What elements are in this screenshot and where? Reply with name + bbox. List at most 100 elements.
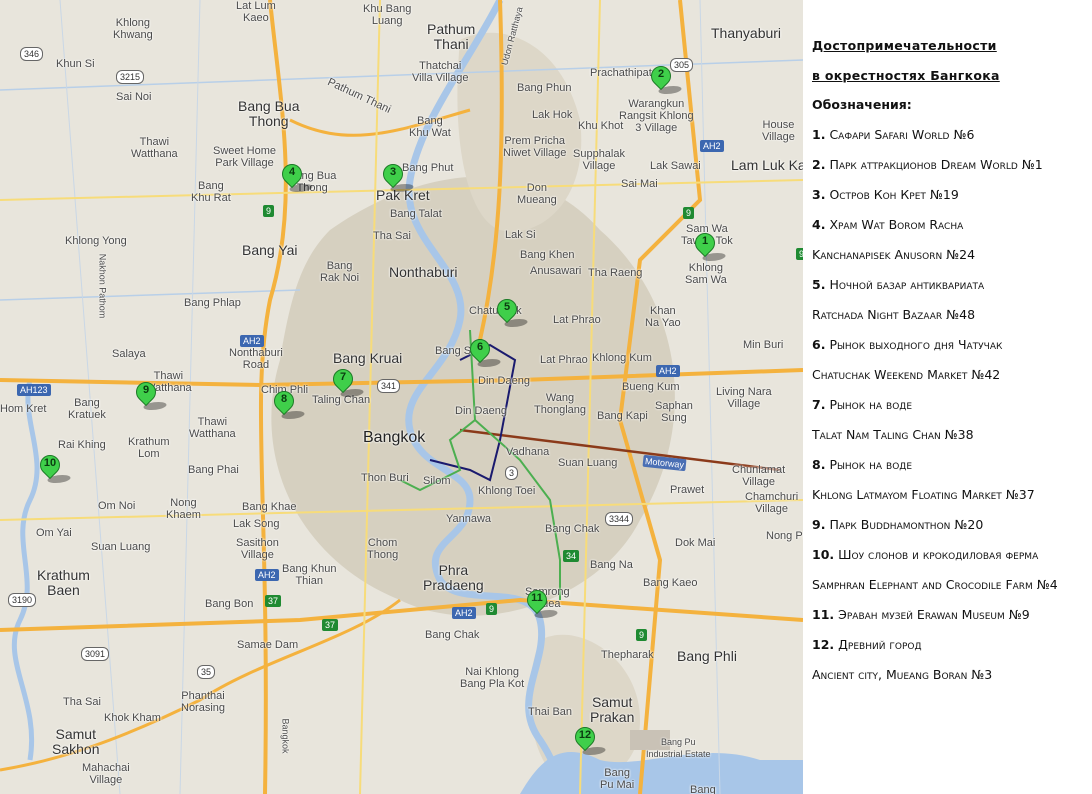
map-label: Vadhana	[506, 446, 550, 458]
map-view[interactable]: Lat Lum Kaeo Khu Bang Luang Pathum Thani…	[0, 0, 803, 794]
map-label: Phanthai Norasing	[181, 690, 226, 714]
road-shield: AH123	[17, 384, 51, 396]
legend-item-text: Шоу слонов и крокодиловая ферма	[838, 547, 1039, 562]
legend-item-text: Kanchanapisek Anusorn №24	[812, 247, 976, 262]
map-label: Sai Noi	[116, 91, 152, 103]
map-label: Bangkok	[363, 429, 426, 446]
legend-item: Kanchanapisek Anusorn №24	[812, 247, 975, 262]
map-label: Krathum Lom	[128, 436, 170, 460]
map-label: Nong Pr	[766, 530, 803, 542]
legend-item-text: Древний город	[838, 637, 922, 652]
map-label: Lam Luk Ka	[731, 157, 803, 173]
marker-number: 6	[476, 341, 484, 353]
legend-item-number: 12.	[812, 637, 835, 652]
legend-item-number: 1.	[812, 127, 826, 142]
legend-item: Samphran Elephant and Crocodile Farm №4	[812, 577, 1058, 592]
legend-item-number: 9.	[812, 517, 826, 532]
map-label: Thon Buri	[361, 472, 409, 484]
map-label: Bang Kruai	[333, 350, 403, 366]
marker-number: 1	[701, 235, 709, 247]
legend-item: 10. Шоу слонов и крокодиловая ферма	[812, 547, 1038, 562]
marker-1[interactable]: 1	[690, 228, 729, 267]
legend-heading: Обозначения:	[812, 97, 912, 112]
marker-3[interactable]: 3	[378, 159, 417, 198]
map-label: Sweet Home Park Village	[213, 145, 276, 169]
marker-5[interactable]: 5	[492, 294, 531, 333]
legend-item-number: 10.	[812, 547, 835, 562]
map-label: Khu Bang Luang	[363, 3, 412, 27]
map-label: Bang Poo	[690, 784, 716, 794]
map-label: Mahachai Village	[82, 762, 130, 786]
map-label: Bang Phai	[188, 464, 239, 476]
marker-9[interactable]: 9	[131, 377, 170, 416]
map-label: Lak Hok	[532, 109, 573, 121]
map-label: Suan Luang	[558, 457, 618, 469]
marker-6[interactable]: 6	[465, 334, 504, 373]
tha-chin-river	[11, 379, 40, 761]
map-label: Nakhon Pathom	[97, 253, 108, 319]
map-label: Supphalak Village	[573, 148, 625, 172]
marker-number: 10	[43, 457, 57, 469]
map-label: Nonthaburi Road	[229, 347, 283, 371]
marker-11[interactable]: 11	[522, 585, 561, 624]
legend-item-text: Ночной базар антиквариата	[829, 277, 985, 292]
map-label: Bang Kapi	[597, 410, 648, 422]
map-label: Thanyaburi	[711, 25, 782, 41]
marker-8[interactable]: 8	[269, 386, 308, 425]
map-label: Bang Pu Mai	[600, 767, 635, 791]
map-label: Khlong Kum	[592, 352, 652, 364]
map-label: Thatchai Villa Village	[412, 60, 469, 84]
legend-item-text: Парк аттракционов Dream World №1	[829, 157, 1043, 172]
marker-4[interactable]: 4	[277, 159, 316, 198]
marker-2[interactable]: 2	[646, 61, 685, 100]
legend-subtitle: в окрестностях Бангкока	[812, 68, 1000, 83]
map-label: Bang Khu Wat	[409, 115, 451, 139]
map-label: Bang Khu Rat	[191, 180, 231, 204]
map-label: Bang Phli	[677, 648, 737, 664]
map-label: Bang Phut	[402, 162, 454, 174]
marker-number: 3	[389, 166, 397, 178]
map-label: Sasithon Village	[236, 537, 279, 561]
legend-title: Достопримечательности	[812, 38, 997, 53]
legend-item: Ancient city, Mueang Boran №3	[812, 667, 992, 682]
legend-item-number: 4.	[812, 217, 826, 232]
map-label: Lak Sawai	[650, 160, 701, 172]
map-label: Bang Phun	[517, 82, 572, 94]
map-label: Dok Mai	[675, 537, 716, 549]
map-label: Phra Pradaeng	[423, 562, 484, 593]
map-label: Lak Si	[505, 229, 536, 241]
road-shield: 9	[486, 603, 498, 615]
map-label: Bang Bon	[205, 598, 254, 610]
map-label: Om Yai	[36, 527, 72, 539]
road-shield: 3190	[8, 593, 37, 607]
legend-item: 1. Сафари Safari World №6	[812, 127, 974, 142]
legend-item: 12. Древний город	[812, 637, 922, 652]
legend-item-text: Парк Buddhamonthon №20	[829, 517, 984, 532]
canal	[0, 289, 301, 301]
map-label: Thepharak	[601, 649, 654, 661]
legend-item-number: 11.	[812, 607, 835, 622]
legend-item-number: 3.	[812, 187, 826, 202]
map-label: Anusawari	[530, 265, 582, 277]
road-shield: AH2	[700, 140, 724, 152]
marker-12[interactable]: 12	[570, 722, 609, 761]
map-label: Bang Bua Thong	[238, 98, 300, 129]
legend-item-text: Храм Wat Borom Racha	[829, 217, 964, 232]
map-label: Lat Lum Kaeo	[236, 0, 276, 24]
legend-item: Chatuchak Weekend Market №42	[812, 367, 1000, 382]
legend-item-number: 6.	[812, 337, 826, 352]
legend-item-text: Рынок выходного дня Чатучак	[829, 337, 1003, 352]
legend-item-text: Samphran Elephant and Crocodile Farm №4	[812, 577, 1058, 592]
map-label: Bang Yai	[242, 242, 298, 258]
map-label: Bang Rak Noi	[320, 260, 360, 284]
marker-7[interactable]: 7	[328, 364, 367, 403]
map-label: Chamchuri Village	[745, 491, 799, 515]
road-shield: AH2	[240, 335, 264, 347]
map-label: Samae Dam	[237, 639, 299, 651]
marker-10[interactable]: 10	[35, 450, 74, 489]
legend-item-text: Рынок на воде	[829, 397, 913, 412]
map-label: Prachathipat	[590, 67, 652, 79]
legend-item-text: Рынок на воде	[829, 457, 913, 472]
map-label: Yannawa	[446, 513, 492, 525]
map-label: Nai Khlong Bang Pla Kot	[460, 666, 525, 690]
